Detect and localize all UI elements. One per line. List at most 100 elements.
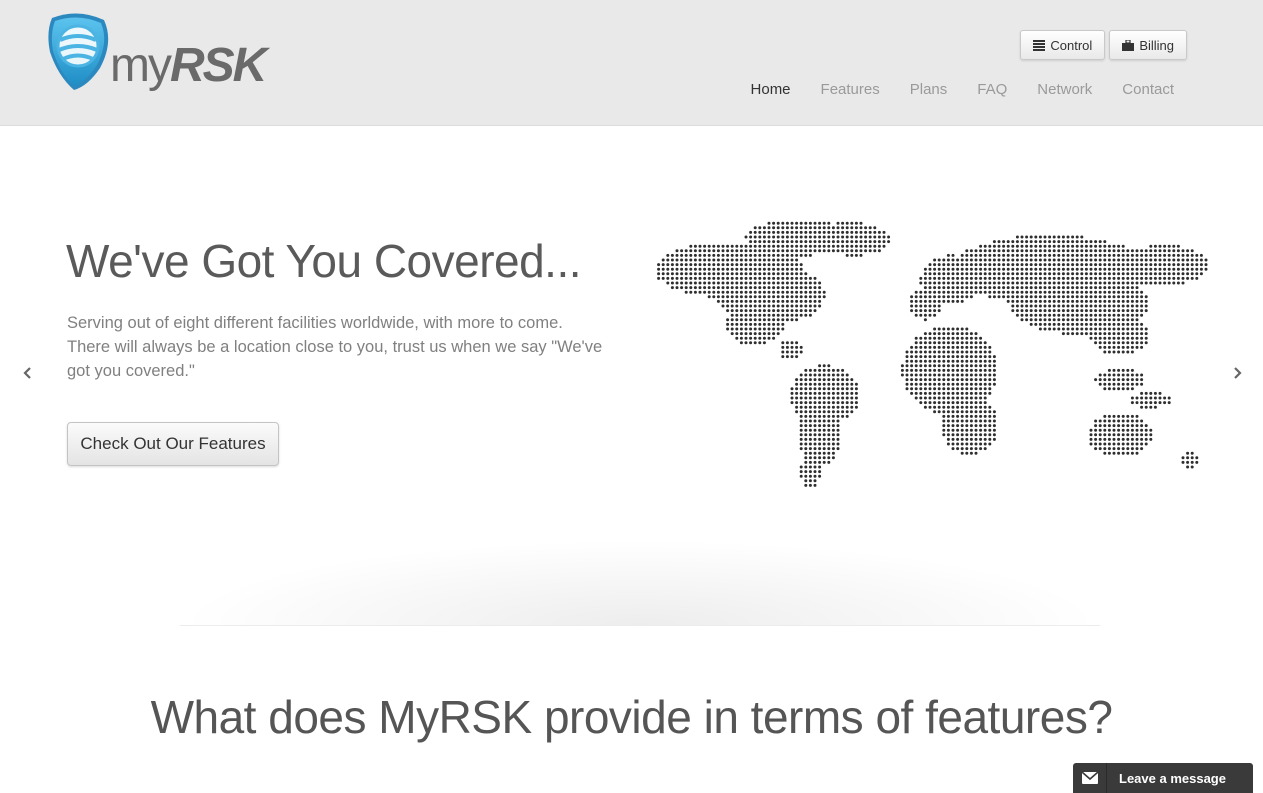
chevron-left-icon[interactable]	[20, 364, 34, 382]
map-dot	[1029, 304, 1033, 308]
map-dot	[910, 382, 914, 386]
map-dot	[933, 336, 937, 340]
map-dot	[1080, 309, 1084, 313]
map-dot	[1043, 295, 1047, 299]
map-dot	[762, 336, 766, 340]
map-dot	[956, 378, 960, 382]
map-dot	[1061, 267, 1065, 271]
map-dot	[956, 281, 960, 285]
map-dot	[946, 336, 950, 340]
map-dot	[1107, 267, 1111, 271]
map-dot	[818, 424, 822, 428]
map-dot	[841, 235, 845, 239]
map-dot	[1163, 281, 1167, 285]
map-dot	[1135, 396, 1139, 400]
map-dot	[956, 299, 960, 303]
map-dot	[772, 258, 776, 262]
map-dot	[1057, 267, 1061, 271]
map-dot	[1103, 447, 1107, 451]
map-dot	[1121, 433, 1125, 437]
map-dot	[1061, 322, 1065, 326]
map-dot	[726, 267, 730, 271]
map-dot	[1140, 424, 1144, 428]
map-dot	[919, 382, 923, 386]
map-dot	[730, 309, 734, 313]
leave-message-widget[interactable]: Leave a message	[1073, 763, 1253, 793]
map-dot	[1107, 295, 1111, 299]
check-features-button[interactable]: Check Out Our Features	[67, 422, 279, 466]
map-dot	[1135, 428, 1139, 432]
map-dot	[822, 368, 826, 372]
map-dot	[785, 226, 789, 230]
control-button[interactable]: Control	[1020, 30, 1106, 60]
map-dot	[983, 244, 987, 248]
map-dot	[979, 387, 983, 391]
map-dot	[1158, 253, 1162, 257]
map-dot	[776, 249, 780, 253]
map-dot	[1034, 318, 1038, 322]
map-dot	[1153, 276, 1157, 280]
map-dot	[960, 410, 964, 414]
map-dot	[1172, 263, 1176, 267]
map-dot	[1098, 267, 1102, 271]
map-dot	[1121, 258, 1125, 262]
map-dot	[983, 382, 987, 386]
map-dot	[1043, 281, 1047, 285]
map-dot	[1071, 327, 1075, 331]
map-dot	[818, 235, 822, 239]
map-dot	[1011, 276, 1015, 280]
map-dot	[965, 414, 969, 418]
map-dot	[827, 387, 831, 391]
nav-plans[interactable]: Plans	[895, 80, 963, 100]
map-dot	[822, 428, 826, 432]
map-dot	[933, 263, 937, 267]
map-dot	[767, 327, 771, 331]
map-dot	[974, 442, 978, 446]
map-dot	[767, 272, 771, 276]
map-dot	[795, 382, 799, 386]
map-dot	[1117, 451, 1121, 455]
map-dot	[758, 299, 762, 303]
map-dot	[1094, 332, 1098, 336]
nav-contact[interactable]: Contact	[1107, 80, 1189, 100]
map-dot	[1140, 345, 1144, 349]
map-dot	[1103, 318, 1107, 322]
logo[interactable]: myRSK	[44, 12, 267, 96]
billing-button[interactable]: Billing	[1109, 30, 1187, 60]
map-dot	[721, 258, 725, 262]
map-dot	[850, 378, 854, 382]
map-dot	[680, 272, 684, 276]
nav-features[interactable]: Features	[806, 80, 895, 100]
map-dot	[914, 359, 918, 363]
map-dot	[1121, 350, 1125, 354]
map-dot	[1075, 322, 1079, 326]
map-dot	[942, 401, 946, 405]
map-dot	[762, 253, 766, 257]
nav-faq[interactable]: FAQ	[962, 80, 1022, 100]
map-dot	[758, 341, 762, 345]
map-dot	[749, 258, 753, 262]
map-dot	[836, 396, 840, 400]
map-dot	[822, 456, 826, 460]
map-dot	[1029, 295, 1033, 299]
map-dot	[951, 258, 955, 262]
map-dot	[1158, 258, 1162, 262]
map-dot	[1107, 244, 1111, 248]
chevron-right-icon[interactable]	[1231, 364, 1245, 382]
map-dot	[841, 387, 845, 391]
map-dot	[923, 281, 927, 285]
nav-home[interactable]: Home	[736, 80, 806, 100]
map-dot	[1103, 433, 1107, 437]
map-dot	[1140, 405, 1144, 409]
map-dot	[1126, 447, 1130, 451]
map-dot	[785, 253, 789, 257]
map-dot	[1126, 253, 1130, 257]
map-dot	[956, 396, 960, 400]
map-dot	[1061, 327, 1065, 331]
map-dot	[1144, 401, 1148, 405]
map-dot	[1181, 267, 1185, 271]
map-dot	[946, 258, 950, 262]
map-dot	[919, 281, 923, 285]
map-dot	[1052, 286, 1056, 290]
nav-network[interactable]: Network	[1022, 80, 1107, 100]
